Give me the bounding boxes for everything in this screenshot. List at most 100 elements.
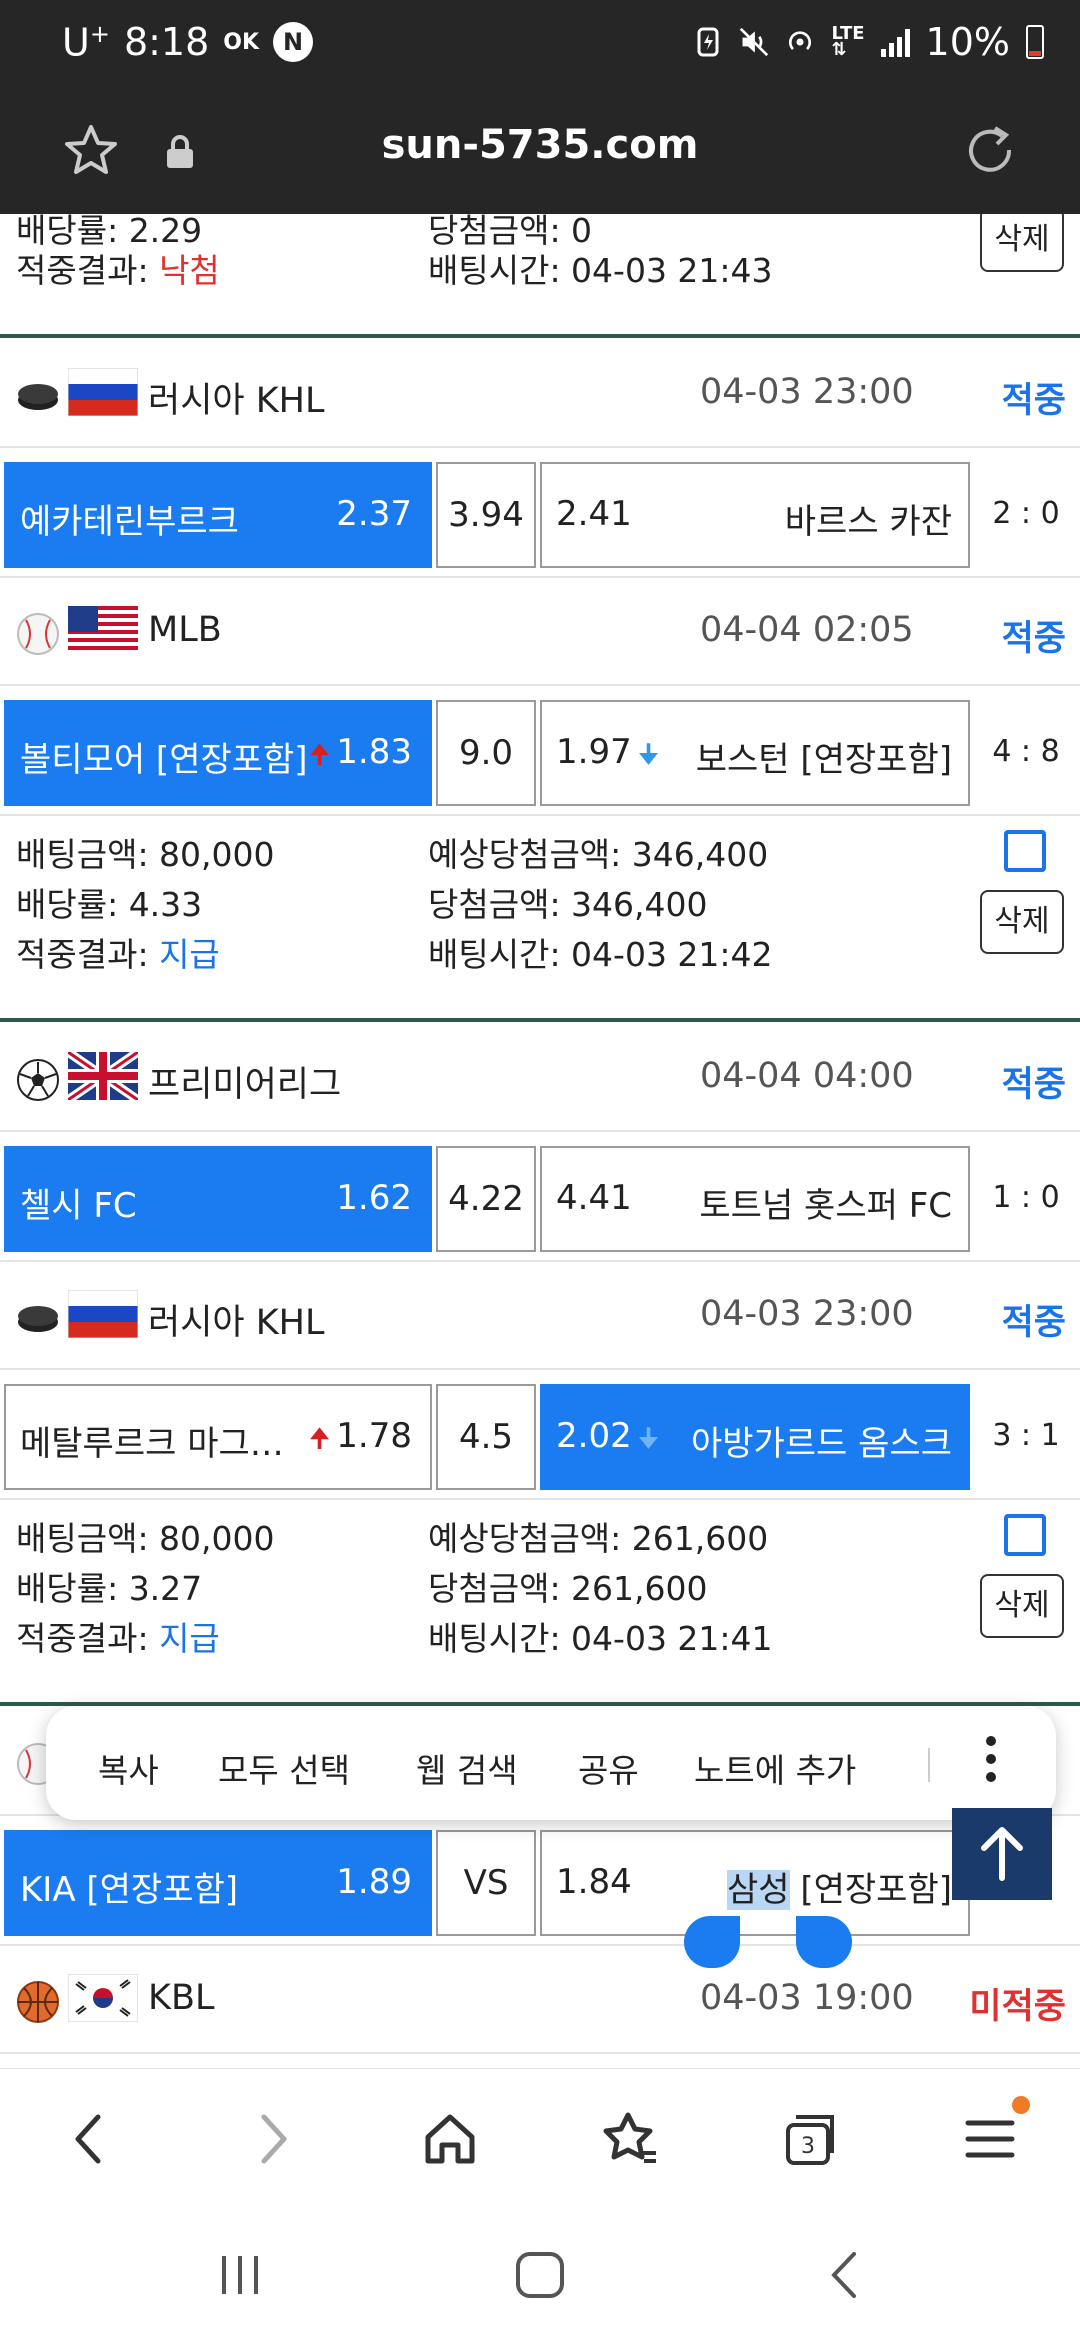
delete-button[interactable]: 삭제	[980, 1574, 1064, 1638]
draw-odds-button[interactable]: 3.94	[436, 462, 536, 568]
bet-amount-text: 배팅금액: 80,000	[16, 1519, 275, 1558]
status-bar: U+ 8:18 OK N LTE ⇅ 10%	[0, 0, 1080, 92]
league-name: 러시아 KHL	[148, 381, 325, 421]
delete-button[interactable]: 삭제	[980, 214, 1064, 272]
match-time: 04-04 04:00	[700, 1056, 914, 1096]
battery-icon	[1026, 25, 1044, 59]
reload-icon[interactable]	[962, 122, 1018, 178]
odds-row: 예카테린부르크 2.37 3.94 2.41 바르스 카잔 2 : 0	[0, 448, 1080, 578]
match-status: 적중	[1001, 1065, 1066, 1105]
score: 1 : 0	[992, 1180, 1060, 1215]
match-status: 미적중	[969, 1987, 1066, 2027]
won-amount-text: 당첨금액: 261,600	[428, 1569, 708, 1608]
odds-up-arrow-icon: 🠉	[308, 1424, 331, 1454]
match-status: 적중	[1001, 619, 1066, 659]
draw-odds-button[interactable]: 4.5	[436, 1384, 536, 1490]
draw-odds-button[interactable]: 9.0	[436, 700, 536, 806]
copy-menu-item[interactable]: 복사	[98, 1744, 159, 1792]
away-odds-button[interactable]: 1.97 🠋 보스턴 [연장포함]	[540, 700, 970, 806]
match-time: 04-03 19:00	[700, 1978, 914, 2018]
away-odds-button[interactable]: 2.02 🠋 아방가르드 옴스크	[540, 1384, 970, 1490]
match-header: KBL 04-03 19:00 미적중	[0, 1946, 1080, 2054]
arrow-up-icon	[981, 1827, 1023, 1881]
home-odds-button[interactable]: 첼시 FC 1.62	[4, 1146, 432, 1252]
system-back-icon[interactable]	[820, 2250, 870, 2300]
away-odds-button[interactable]: 1.84 삼성 [연장포함]	[540, 1830, 970, 1936]
home-odds-button[interactable]: KIA [연장포함] 1.89	[4, 1830, 432, 1936]
odds-down-arrow-icon: 🠋	[637, 740, 660, 770]
home-odds-button[interactable]: 예카테린부르크 2.37	[4, 462, 432, 568]
away-odds-button[interactable]: 2.41 바르스 카잔	[540, 462, 970, 568]
home-odds-button[interactable]: 메탈루르크 마그… 🠉 1.78	[4, 1384, 432, 1490]
russia-flag-icon	[68, 1290, 138, 1338]
league-name: 프리미어리그	[148, 1065, 342, 1105]
ok-icon: OK	[223, 29, 260, 55]
recent-apps-icon[interactable]	[210, 2250, 270, 2300]
selection-handle-start[interactable]	[684, 1916, 740, 1968]
match-header: MLB 04-04 02:05 적중	[0, 578, 1080, 686]
odds-row: 볼티모어 [연장포함] 🠉 1.83 9.0 1.97 🠋 보스턴 [연장포함] 4 :…	[0, 686, 1080, 816]
odds-row	[0, 2054, 1080, 2068]
match-time: 04-04 02:05	[700, 610, 914, 650]
bet-time-text: 배팅시간: 04-03 21:41	[428, 1619, 773, 1658]
n-badge-icon: N	[273, 22, 314, 63]
tabs-icon[interactable]: 3	[778, 2107, 842, 2171]
share-menu-item[interactable]: 공유	[578, 1744, 639, 1792]
record-separator	[0, 1018, 1080, 1022]
match-status: 적중	[1001, 1303, 1066, 1343]
bet-time-text: 배팅시간: 04-03 21:43	[428, 251, 773, 290]
selection-handle-end[interactable]	[796, 1916, 852, 1968]
home-button-icon[interactable]	[512, 2250, 568, 2300]
menu-divider	[928, 1748, 930, 1782]
menu-icon[interactable]	[958, 2107, 1022, 2171]
battery-saver-icon	[693, 25, 723, 59]
record-separator	[0, 334, 1080, 338]
lte-icon: LTE ⇅	[831, 23, 865, 60]
more-options-icon[interactable]	[986, 1736, 998, 1788]
match-time: 04-03 23:00	[700, 372, 914, 412]
result-row: 적중결과: 지급	[16, 1619, 220, 1658]
hockey-puck-icon	[18, 1306, 58, 1332]
mute-icon	[739, 25, 769, 59]
league-name: KBL	[148, 1978, 215, 2018]
select-checkbox[interactable]	[1004, 830, 1046, 872]
result-value: 지급	[159, 935, 220, 974]
scroll-to-top-button[interactable]	[952, 1808, 1052, 1900]
home-odds-button[interactable]: 볼티모어 [연장포함] 🠉 1.83	[4, 700, 432, 806]
hotspot-icon	[785, 25, 815, 59]
result-row: 적중결과: 낙첨	[16, 251, 220, 290]
draw-odds-button[interactable]: VS	[436, 1830, 536, 1936]
hockey-puck-icon	[18, 384, 58, 410]
select-all-menu-item[interactable]: 모두 선택	[218, 1744, 350, 1792]
won-amount-text: 당첨금액: 346,400	[428, 885, 708, 924]
text-selection-menu: 복사 모두 선택 웹 검색 공유 노트에 추가	[46, 1706, 1056, 1820]
odds-row: 첼시 FC 1.62 4.22 4.41 토트넘 홋스퍼 FC 1 : 0	[0, 1132, 1080, 1262]
match-header: 프리미어리그 04-04 04:00 적중	[0, 1024, 1080, 1132]
draw-odds-button[interactable]: 4.22	[436, 1146, 536, 1252]
bet-amount-text: 배팅금액: 80,000	[16, 835, 275, 874]
forward-icon[interactable]	[240, 2107, 304, 2171]
selected-text[interactable]: 삼성	[726, 1870, 790, 1910]
back-icon[interactable]	[58, 2107, 122, 2171]
expected-win-text: 예상당첨금액: 346,400	[428, 835, 769, 874]
odds-row: KIA [연장포함] 1.89 VS 1.84 삼성 [연장포함]	[0, 1816, 1080, 1946]
web-search-menu-item[interactable]: 웹 검색	[416, 1744, 518, 1792]
battery-percent: 10%	[925, 20, 1010, 64]
add-to-note-menu-item[interactable]: 노트에 추가	[694, 1744, 856, 1792]
odds-row: 메탈루르크 마그… 🠉 1.78 4.5 2.02 🠋 아방가르드 옴스크 3 : 1	[0, 1370, 1080, 1500]
basketball-icon	[17, 1981, 59, 2023]
result-value: 낙첨	[159, 251, 220, 290]
url-text[interactable]: sun-5735.com	[0, 122, 1080, 168]
home-icon[interactable]	[418, 2107, 482, 2171]
delete-button[interactable]: 삭제	[980, 890, 1064, 954]
odds-text: 배당률: 3.27	[16, 1569, 203, 1608]
odds-up-arrow-icon: 🠉	[308, 740, 331, 770]
uk-flag-icon	[68, 1052, 138, 1100]
result-value: 지급	[159, 1619, 220, 1658]
away-odds-button[interactable]: 4.41 토트넘 홋스퍼 FC	[540, 1146, 970, 1252]
bookmarks-icon[interactable]	[598, 2107, 662, 2171]
select-checkbox[interactable]	[1004, 1514, 1046, 1556]
league-name: 러시아 KHL	[148, 1303, 325, 1343]
clock: 8:18	[123, 20, 210, 65]
match-status: 적중	[1001, 381, 1066, 421]
